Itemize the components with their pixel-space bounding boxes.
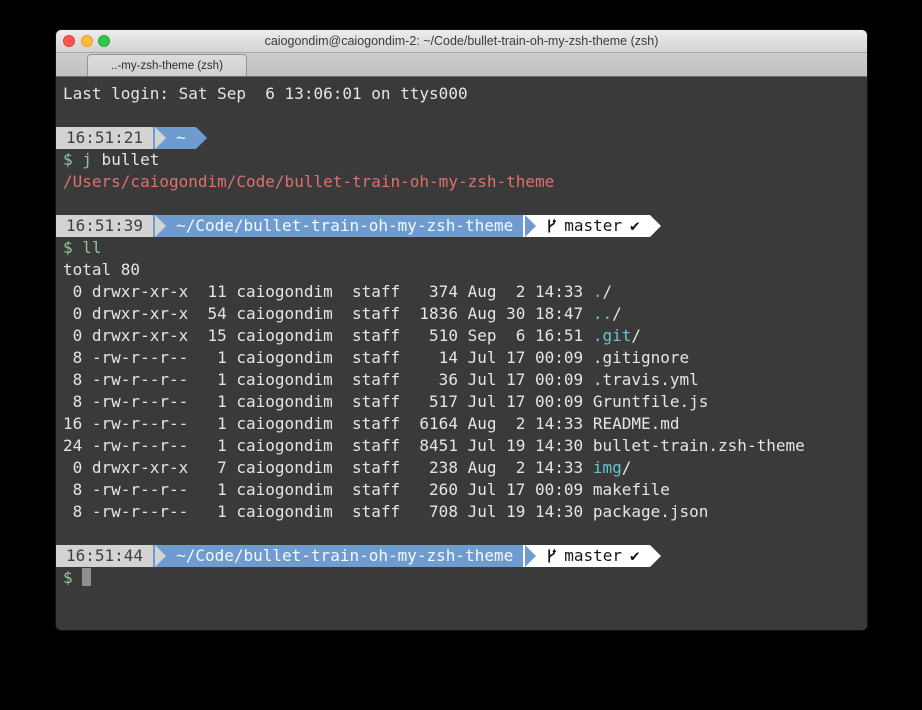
powerline-separator-icon [650, 545, 661, 567]
terminal-text: / [622, 458, 632, 477]
terminal-text: 8 -rw-r--r-- 1 caiogondim staff 260 Jul … [63, 480, 593, 499]
terminal-line: 8 -rw-r--r-- 1 caiogondim staff 517 Jul … [56, 391, 867, 413]
terminal-text: j [82, 150, 92, 169]
prompt-line: 16:51:21 ~ [56, 127, 867, 149]
terminal-line: $ [56, 567, 867, 589]
powerline-separator-icon [523, 545, 536, 567]
terminal-line [56, 193, 867, 215]
terminal-line: 8 -rw-r--r-- 1 caiogondim staff 708 Jul … [56, 501, 867, 523]
terminal-text: 8 -rw-r--r-- 1 caiogondim staff 708 Jul … [63, 502, 593, 521]
terminal-line: 0 drwxr-xr-x 54 caiogondim staff 1836 Au… [56, 303, 867, 325]
git-branch-icon [546, 548, 558, 564]
powerline-separator-icon [153, 545, 166, 567]
prompt-segment-time: 16:51:39 [56, 215, 153, 237]
terminal-text: $ [63, 150, 73, 169]
terminal-line: 8 -rw-r--r-- 1 caiogondim staff 36 Jul 1… [56, 369, 867, 391]
powerline-separator-icon [196, 127, 207, 149]
terminal-text: $ [63, 568, 73, 587]
minimize-button[interactable] [81, 35, 93, 47]
prompt-line: 16:51:44 ~/Code/bullet-train-oh-my-zsh-th… [56, 545, 867, 567]
powerline-separator-icon [523, 215, 536, 237]
prompt-line: 16:51:39 ~/Code/bullet-train-oh-my-zsh-th… [56, 215, 867, 237]
terminal-text: Gruntfile.js [593, 392, 709, 411]
terminal-text: makefile [593, 480, 670, 499]
terminal-text: .. [593, 304, 612, 323]
terminal-text [73, 150, 83, 169]
terminal-text: .git [593, 326, 632, 345]
close-button[interactable] [63, 35, 75, 47]
terminal-text: README.md [593, 414, 680, 433]
powerline-separator-icon [153, 127, 166, 149]
terminal-line: 16 -rw-r--r-- 1 caiogondim staff 6164 Au… [56, 413, 867, 435]
terminal-line: $ ll [56, 237, 867, 259]
title-bar[interactable]: caiogondim@caiogondim-2: ~/Code/bullet-t… [56, 30, 867, 53]
terminal-cursor [82, 568, 91, 586]
git-clean-check-icon: ✔ [630, 215, 640, 237]
terminal-text [73, 568, 83, 587]
prompt-segment-git: master ✔ [536, 545, 649, 567]
terminal-line: 0 drwxr-xr-x 11 caiogondim staff 374 Aug… [56, 281, 867, 303]
prompt-segment-path: ~ [166, 127, 196, 149]
terminal-text: 8 -rw-r--r-- 1 caiogondim staff 14 Jul 1… [63, 348, 593, 367]
terminal-text: 0 drwxr-xr-x 15 caiogondim staff 510 Sep… [63, 326, 593, 345]
terminal-text: .gitignore [593, 348, 689, 367]
git-clean-check-icon: ✔ [630, 545, 640, 567]
terminal-text: 0 drwxr-xr-x 54 caiogondim staff 1836 Au… [63, 304, 593, 323]
git-branch-name: master [564, 215, 622, 237]
terminal-text: bullet-train.zsh-theme [593, 436, 805, 455]
terminal-text: . [593, 282, 603, 301]
terminal-text: 16 -rw-r--r-- 1 caiogondim staff 6164 Au… [63, 414, 593, 433]
terminal-screen[interactable]: Last login: Sat Sep 6 13:06:01 on ttys00… [56, 77, 867, 630]
tab-bar: ..-my-zsh-theme (zsh) [56, 53, 867, 77]
git-branch-icon [546, 218, 558, 234]
powerline-separator-icon [153, 215, 166, 237]
terminal-text: Last login: Sat Sep 6 13:06:01 on ttys00… [63, 84, 468, 103]
terminal-text: /Users/caiogondim/Code/bullet-train-oh-m… [63, 172, 554, 191]
terminal-text: $ [63, 238, 73, 257]
terminal-text [73, 238, 83, 257]
terminal-line: Last login: Sat Sep 6 13:06:01 on ttys00… [56, 83, 867, 105]
terminal-text: bullet [92, 150, 159, 169]
terminal-text: / [602, 282, 612, 301]
prompt-segment-time: 16:51:21 [56, 127, 153, 149]
terminal-window: caiogondim@caiogondim-2: ~/Code/bullet-t… [56, 30, 867, 630]
terminal-line: 8 -rw-r--r-- 1 caiogondim staff 260 Jul … [56, 479, 867, 501]
terminal-line: 24 -rw-r--r-- 1 caiogondim staff 8451 Ju… [56, 435, 867, 457]
tab-active-terminal[interactable]: ..-my-zsh-theme (zsh) [87, 54, 247, 76]
terminal-text: / [631, 326, 641, 345]
terminal-text: 0 drwxr-xr-x 11 caiogondim staff 374 Aug… [63, 282, 593, 301]
prompt-segment-git: master ✔ [536, 215, 649, 237]
terminal-line: 0 drwxr-xr-x 7 caiogondim staff 238 Aug … [56, 457, 867, 479]
terminal-text: 0 drwxr-xr-x 7 caiogondim staff 238 Aug … [63, 458, 593, 477]
terminal-line: total 80 [56, 259, 867, 281]
prompt-segment-time: 16:51:44 [56, 545, 153, 567]
terminal-text: img [593, 458, 622, 477]
terminal-text: 24 -rw-r--r-- 1 caiogondim staff 8451 Ju… [63, 436, 593, 455]
terminal-text: 8 -rw-r--r-- 1 caiogondim staff 517 Jul … [63, 392, 593, 411]
powerline-separator-icon [650, 215, 661, 237]
window-title: caiogondim@caiogondim-2: ~/Code/bullet-t… [265, 34, 659, 48]
terminal-text: / [612, 304, 622, 323]
terminal-line [56, 523, 867, 545]
terminal-text: ll [82, 238, 101, 257]
terminal-text: total 80 [63, 260, 140, 279]
tab-label: ..-my-zsh-theme (zsh) [111, 60, 223, 72]
terminal-line: 0 drwxr-xr-x 15 caiogondim staff 510 Sep… [56, 325, 867, 347]
zoom-button[interactable] [98, 35, 110, 47]
terminal-line: $ j bullet [56, 149, 867, 171]
prompt-segment-path: ~/Code/bullet-train-oh-my-zsh-theme [166, 215, 523, 237]
terminal-text: .travis.yml [593, 370, 699, 389]
terminal-line: 8 -rw-r--r-- 1 caiogondim staff 14 Jul 1… [56, 347, 867, 369]
terminal-text: package.json [593, 502, 709, 521]
terminal-line: /Users/caiogondim/Code/bullet-train-oh-m… [56, 171, 867, 193]
prompt-segment-path: ~/Code/bullet-train-oh-my-zsh-theme [166, 545, 523, 567]
git-branch-name: master [564, 545, 622, 567]
terminal-text: 8 -rw-r--r-- 1 caiogondim staff 36 Jul 1… [63, 370, 593, 389]
traffic-lights [63, 35, 110, 47]
terminal-line [56, 105, 867, 127]
